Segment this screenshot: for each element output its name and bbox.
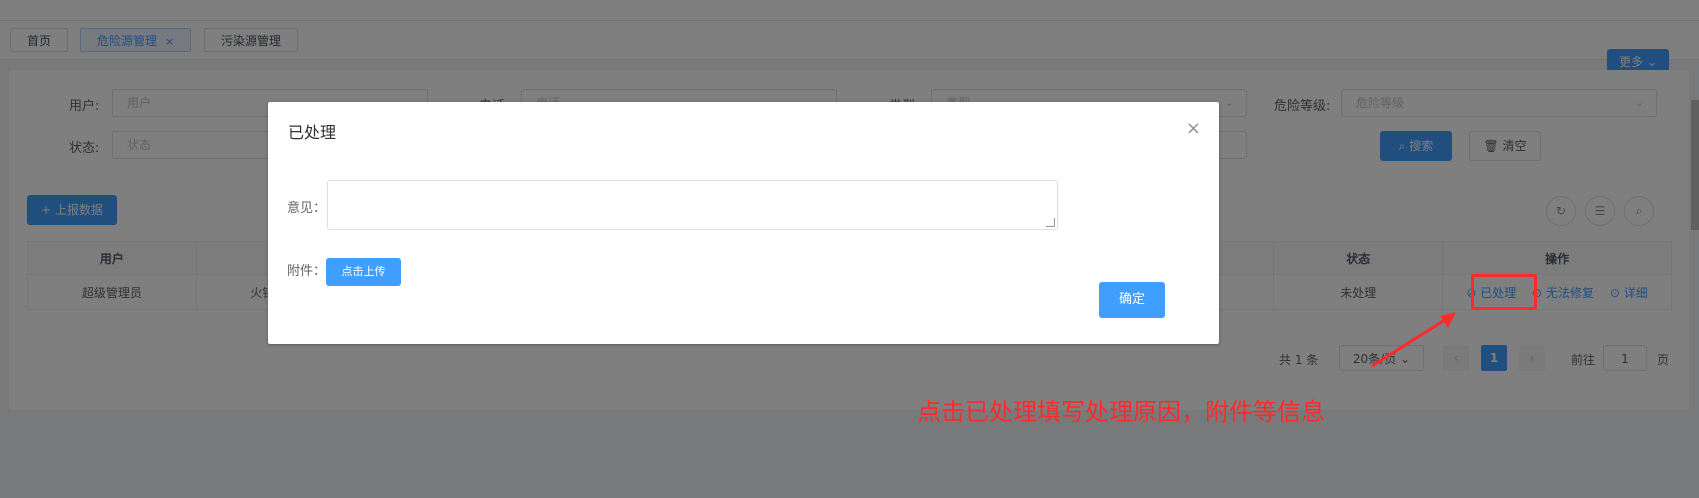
annotation-text: 点击已处理填写处理原因，附件等信息 xyxy=(917,398,1325,426)
annotation-arrow-icon xyxy=(1371,312,1456,368)
